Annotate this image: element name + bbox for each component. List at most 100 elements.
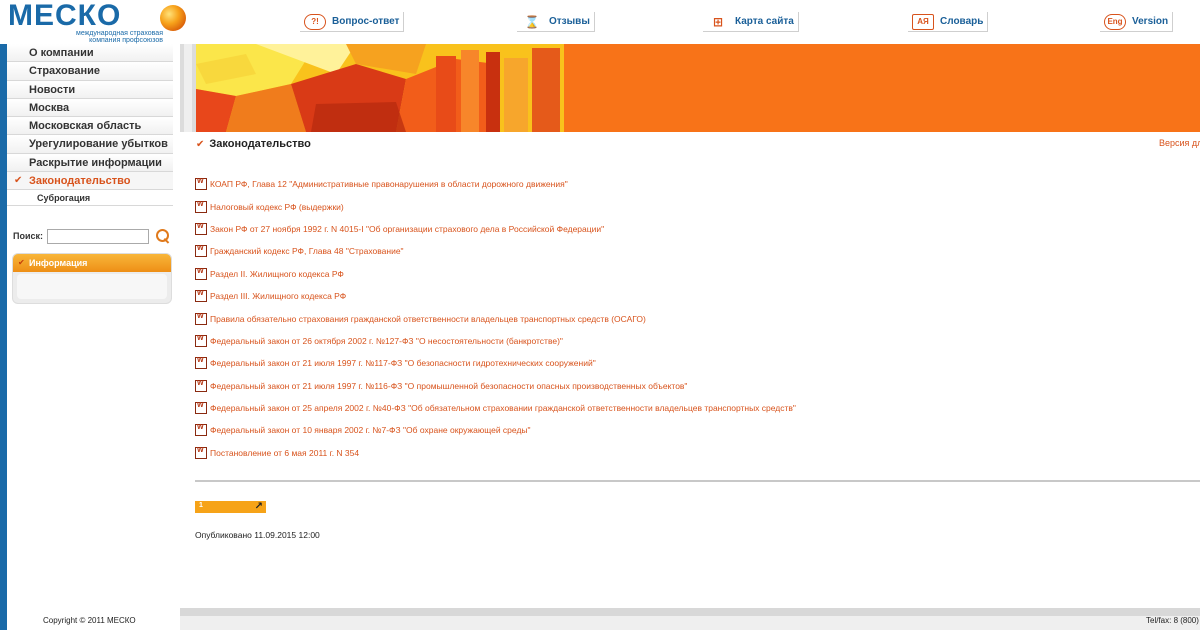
english-flag-icon: Eng xyxy=(1104,13,1126,30)
info-panel: ✔ Информация xyxy=(12,253,172,304)
list-item: Федеральный закон от 25 апреля 2002 г. №… xyxy=(195,397,796,419)
document-link[interactable]: Федеральный закон от 25 апреля 2002 г. №… xyxy=(210,403,796,413)
list-item: Закон РФ от 27 ноября 1992 г. N 4015-I "… xyxy=(195,218,796,240)
sidebar-item-label: Московская область xyxy=(29,120,142,133)
word-document-icon xyxy=(195,424,207,437)
info-panel-title: Информация xyxy=(29,258,88,268)
sidebar-item-label: Законодательство xyxy=(29,175,131,188)
sidebar-item-label: Урегулирование убытков xyxy=(29,138,168,151)
sidebar-item-disclosure[interactable]: Раскрытие информации xyxy=(7,153,173,173)
sidebar-item-label: Москва xyxy=(29,101,70,114)
list-item: КОАП РФ, Глава 12 "Административные прав… xyxy=(195,173,796,195)
info-panel-header[interactable]: ✔ Информация xyxy=(13,254,171,272)
list-item: Гражданский кодекс РФ, Глава 48 "Страхов… xyxy=(195,240,796,262)
topnav-sitemap-label: Карта сайта xyxy=(735,16,794,27)
sidebar-item-claims[interactable]: Урегулирование убытков xyxy=(7,135,173,154)
topnav-english-version[interactable]: Eng Version xyxy=(1100,12,1174,32)
word-document-icon xyxy=(195,200,207,213)
checkmark-icon: ✔ xyxy=(14,175,23,187)
info-panel-body xyxy=(17,274,167,299)
checkmark-icon: ✔ xyxy=(196,138,205,150)
topnav-faq[interactable]: ?! Вопрос-ответ xyxy=(300,12,405,32)
document-link[interactable]: Закон РФ от 27 ноября 1992 г. N 4015-I "… xyxy=(210,224,604,234)
content-divider xyxy=(195,480,1200,482)
left-accent-strip xyxy=(0,44,7,630)
list-item: Федеральный закон от 10 января 2002 г. №… xyxy=(195,419,796,441)
document-link[interactable]: Федеральный закон от 21 июля 1997 г. №11… xyxy=(210,358,596,368)
dictionary-icon: АЯ xyxy=(912,13,934,30)
footer-bar xyxy=(180,608,1200,630)
list-item: Постановление от 6 мая 2011 г. N 354 xyxy=(195,442,796,464)
sitemap-icon: ⊞ xyxy=(707,13,729,30)
pager[interactable]: 1 ↗ xyxy=(195,501,266,513)
word-document-icon xyxy=(195,178,207,191)
topnav-dictionary-label: Словарь xyxy=(940,16,984,27)
list-item: Правила обязательно страхования гражданс… xyxy=(195,307,796,329)
list-item: Федеральный закон от 21 июля 1997 г. №11… xyxy=(195,352,796,374)
sidebar-item-moscow[interactable]: Москва xyxy=(7,98,173,118)
sidebar-item-news[interactable]: Новости xyxy=(7,80,173,99)
sidebar-menu: О компании Страхование Новости Москва Мо… xyxy=(7,44,173,207)
sidebar-item-about[interactable]: О компании xyxy=(7,44,173,63)
sidebar-item-label: Новости xyxy=(29,83,76,96)
list-item: Раздел III. Жилищного кодекса РФ xyxy=(195,285,796,307)
word-document-icon xyxy=(195,402,207,415)
word-document-icon xyxy=(195,446,207,459)
document-link[interactable]: Федеральный закон от 21 июля 1997 г. №11… xyxy=(210,381,687,391)
print-version-link[interactable]: Версия дл xyxy=(1159,138,1200,148)
document-link[interactable]: Постановление от 6 мая 2011 г. N 354 xyxy=(210,448,359,458)
document-link[interactable]: Раздел II. Жилищного кодекса РФ xyxy=(210,269,344,279)
page-title-text: Законодательство xyxy=(209,138,311,150)
sidebar-item-label: О компании xyxy=(29,47,94,59)
document-link[interactable]: Правила обязательно страхования гражданс… xyxy=(210,314,646,324)
list-item: Налоговый кодекс РФ (выдержки) xyxy=(195,195,796,217)
topnav-reviews[interactable]: ⌛ Отзывы xyxy=(517,12,595,32)
list-item: Раздел II. Жилищного кодекса РФ xyxy=(195,263,796,285)
search-label: Поиск: xyxy=(13,231,44,241)
word-document-icon xyxy=(195,334,207,347)
topnav-faq-label: Вопрос-ответ xyxy=(332,16,400,27)
logo[interactable]: МЕСКО международная страховая компания п… xyxy=(8,0,186,44)
document-link[interactable]: КОАП РФ, Глава 12 "Административные прав… xyxy=(210,179,568,189)
document-link[interactable]: Федеральный закон от 26 октября 2002 г. … xyxy=(210,336,563,346)
sidebar-item-label: Раскрытие информации xyxy=(29,156,162,169)
topnav-reviews-label: Отзывы xyxy=(549,16,590,27)
search-icon[interactable] xyxy=(155,228,171,244)
question-icon: ?! xyxy=(304,13,326,30)
document-list: КОАП РФ, Глава 12 "Административные прав… xyxy=(195,173,796,464)
topnav-dictionary[interactable]: АЯ Словарь xyxy=(908,12,989,32)
word-document-icon xyxy=(195,290,207,303)
sidebar-item-legislation[interactable]: ✔ Законодательство xyxy=(7,172,173,191)
logo-subtitle: международная страховая компания профсою… xyxy=(76,30,163,44)
copyright-text: Copyright © 2011 МЕСКО xyxy=(43,616,136,625)
sidebar-item-insurance[interactable]: Страхование xyxy=(7,62,173,81)
document-link[interactable]: Налоговый кодекс РФ (выдержки) xyxy=(210,202,344,212)
footer-telephone: Tel/fax: 8 (800) xyxy=(1146,616,1199,625)
checkmark-icon: ✔ xyxy=(18,258,25,267)
document-link[interactable]: Раздел III. Жилищного кодекса РФ xyxy=(210,291,346,301)
document-link[interactable]: Гражданский кодекс РФ, Глава 48 "Страхов… xyxy=(210,246,404,256)
list-item: Федеральный закон от 21 июля 1997 г. №11… xyxy=(195,375,796,397)
published-date: Опубликовано 11.09.2015 12:00 xyxy=(195,530,320,540)
search-bar: Поиск: xyxy=(13,228,171,244)
word-document-icon xyxy=(195,267,207,280)
banner-orange-fill xyxy=(564,44,1200,132)
topnav-sitemap[interactable]: ⊞ Карта сайта xyxy=(703,12,799,32)
arrow-up-right-icon[interactable]: ↗ xyxy=(255,501,263,512)
word-document-icon xyxy=(195,222,207,235)
page-title: ✔ Законодательство xyxy=(196,138,311,150)
sidebar-subitem-subrogation[interactable]: Суброгация xyxy=(7,190,173,207)
search-input[interactable] xyxy=(47,228,150,244)
sidebar-item-moscow-region[interactable]: Московская область xyxy=(7,117,173,136)
list-item: Федеральный закон от 26 октября 2002 г. … xyxy=(195,330,796,352)
hourglass-icon: ⌛ xyxy=(521,13,543,30)
word-document-icon xyxy=(195,312,207,325)
word-document-icon xyxy=(195,379,207,392)
pager-page-number[interactable]: 1 xyxy=(199,502,203,509)
logo-sphere-icon xyxy=(160,5,186,31)
banner-left-edge xyxy=(180,44,196,132)
banner-artwork xyxy=(196,44,564,132)
sidebar-item-label: Страхование xyxy=(29,65,100,78)
document-link[interactable]: Федеральный закон от 10 января 2002 г. №… xyxy=(210,425,531,435)
topnav-english-version-label: Version xyxy=(1132,16,1169,27)
